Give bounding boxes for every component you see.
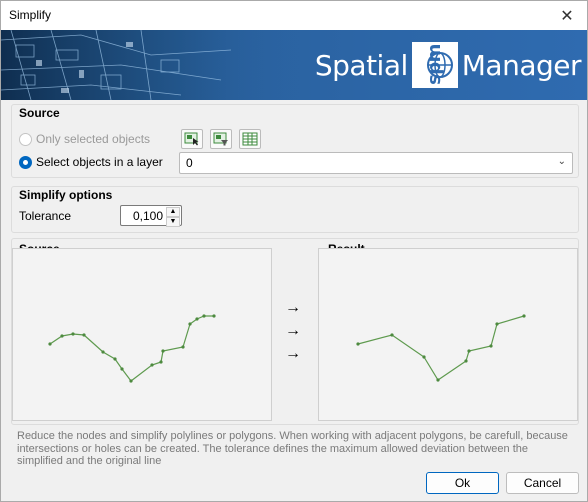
brand-right-text: Manager [461,48,582,82]
close-icon[interactable]: ✕ [547,1,587,30]
brand-left-text: Spatial [314,48,408,82]
result-polyline [356,314,526,382]
spm-logo-icon: spm [411,42,458,88]
window-title: Simplify [9,8,52,22]
source-group-title: Source [19,106,60,120]
result-preview-canvas [318,248,578,421]
tolerance-value: 0,100 [132,209,163,223]
table-select-button[interactable] [239,129,261,149]
cancel-button[interactable]: Cancel [506,472,579,494]
select-in-layer-label: Select objects in a layer [36,155,163,169]
arrow-icon: → [285,322,301,339]
radio-dot [19,132,32,146]
description-text: Reduce the nodes and simplify polylines … [17,430,568,467]
radio-dot [19,155,32,169]
stepper-down-icon[interactable]: ▼ [166,217,180,227]
source-polyline [48,314,216,383]
filter-select-icon [213,132,228,146]
only-selected-radio[interactable]: Only selected objects [19,132,150,146]
filter-select-button[interactable] [210,129,232,149]
tolerance-label: Tolerance [19,209,72,223]
layer-select-value: 0 [186,156,193,170]
source-preview-canvas [12,248,272,421]
chevron-down-icon: ⌄ [557,156,566,167]
simplify-options-title: Simplify options [19,188,113,202]
select-objects-button[interactable] [181,129,203,149]
select-objects-icon [184,132,199,146]
city-map-graphic [1,30,301,100]
brand-logo: Spatial spm Manager [314,42,582,88]
arrow-icon: → [285,299,301,316]
tolerance-stepper[interactable]: 0,100 ▲ ▼ [120,205,182,227]
stepper-arrows: ▲ ▼ [166,207,180,227]
stepper-up-icon[interactable]: ▲ [166,207,180,217]
layer-select[interactable]: 0 ⌄ [179,152,573,174]
only-selected-label: Only selected objects [36,132,151,146]
ok-button[interactable]: Ok [426,472,499,494]
table-select-icon [242,132,258,146]
select-in-layer-radio[interactable]: Select objects in a layer [19,155,163,169]
simplify-dialog: Simplify ✕ Spatial spm Manager Source On… [0,0,588,502]
banner: Spatial spm Manager [1,30,587,100]
arrow-icon: → [285,345,301,362]
title-bar: Simplify ✕ [1,1,587,30]
